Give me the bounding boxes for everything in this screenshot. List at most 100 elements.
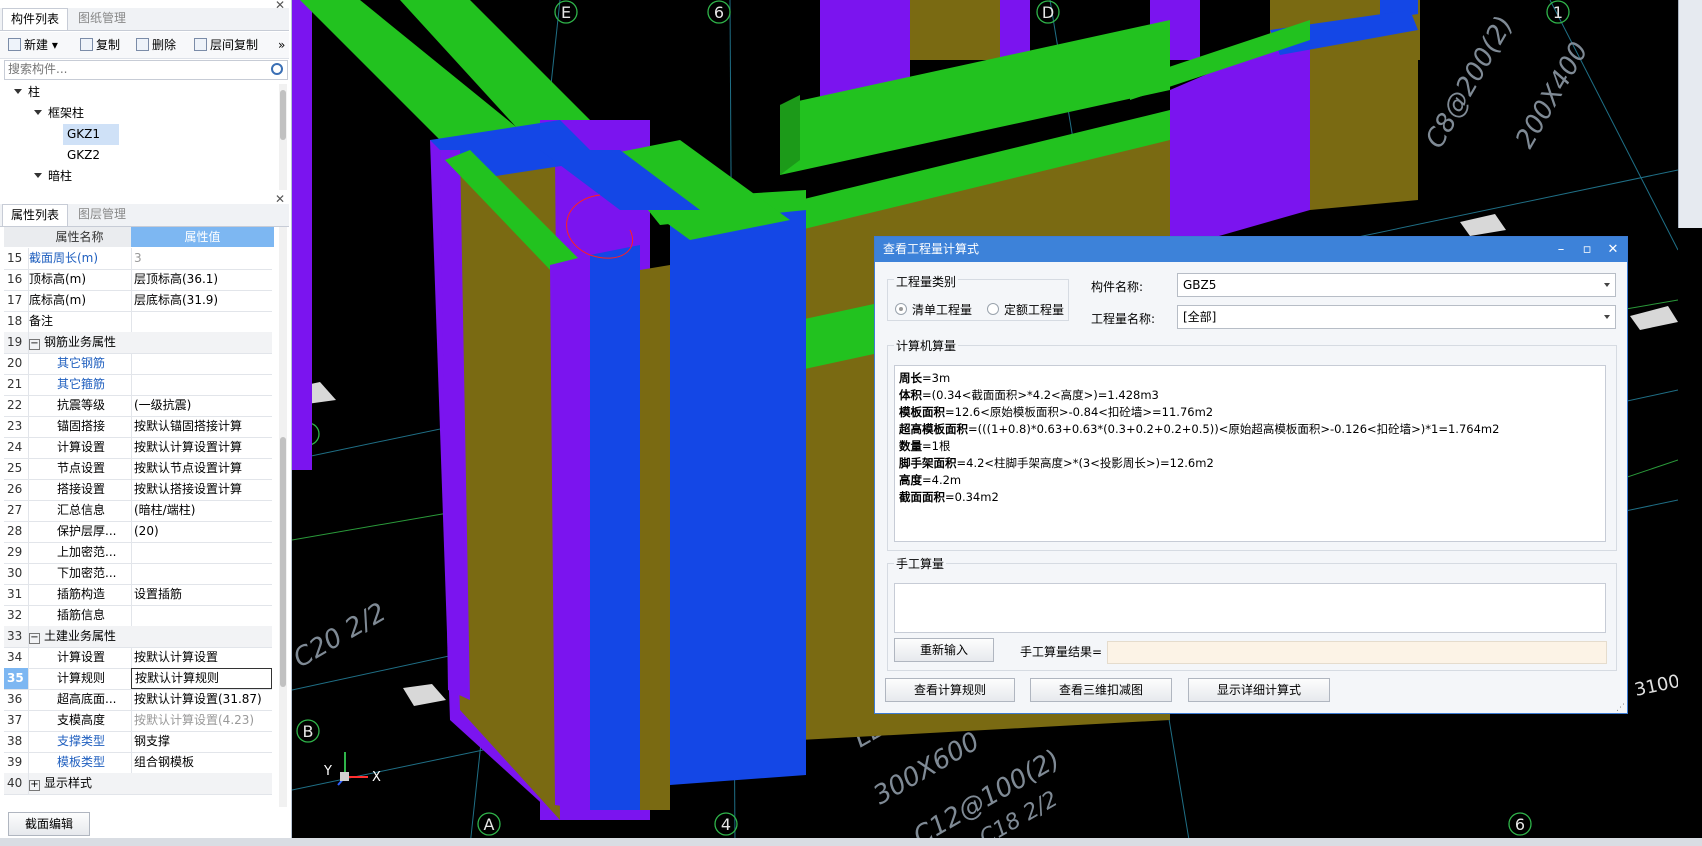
quantity-formula-dialog: 查看工程量计算式 – ▫ ✕ 工程量类别 清单工程量 定额工程量 构件名称: G…: [874, 236, 1628, 714]
new-button[interactable]: 新建 ▾: [8, 36, 58, 54]
section-edit-button[interactable]: 截面编辑: [8, 812, 90, 836]
table-row[interactable]: 18 备注: [4, 311, 272, 333]
chevron-down-icon[interactable]: [1604, 315, 1610, 319]
table-row[interactable]: 39 模板类型 组合钢模板: [4, 752, 272, 774]
axis-label: E: [561, 3, 571, 22]
dialog-titlebar[interactable]: 查看工程量计算式 – ▫ ✕: [875, 237, 1627, 262]
table-row[interactable]: 32 插筋信息: [4, 605, 272, 627]
collapse-icon[interactable]: −: [29, 633, 40, 644]
collapse-icon[interactable]: −: [29, 339, 40, 350]
chevron-down-icon[interactable]: [34, 110, 42, 115]
component-name-select[interactable]: GBZ5: [1177, 273, 1616, 297]
table-row[interactable]: 17 底标高(m) 层底标高(31.9): [4, 290, 272, 312]
scroll-thumb[interactable]: [280, 90, 286, 140]
manual-result-field[interactable]: [1107, 641, 1607, 664]
delete-icon: [136, 38, 149, 51]
close-icon[interactable]: ✕: [275, 0, 285, 12]
tree-node-gkz2[interactable]: GKZ2: [67, 145, 100, 166]
table-row[interactable]: 27 汇总信息 (暗柱/端柱): [4, 500, 272, 522]
tree-scrollbar[interactable]: [279, 84, 287, 190]
chevron-down-icon[interactable]: [14, 89, 22, 94]
table-row[interactable]: 26 搭接设置 按默认搭接设置计算: [4, 479, 272, 501]
delete-button[interactable]: 删除: [136, 36, 176, 54]
close-icon[interactable]: ✕: [275, 192, 285, 206]
radio-icon[interactable]: [895, 303, 907, 315]
close-icon[interactable]: ✕: [1601, 237, 1625, 262]
more-button[interactable]: »: [278, 36, 285, 54]
table-row-group[interactable]: 33− 土建业务属性: [4, 626, 272, 648]
tree-node-column[interactable]: 柱: [14, 82, 40, 103]
calc-formula-box[interactable]: 周长=3m 体积=(0.34<截面面积>*4.2<高度>)=1.428m3 模板…: [894, 365, 1606, 542]
calc-line: 模板面积=12.6<原始模板面积>-0.84<扣砼墙>=11.76m2: [899, 405, 1214, 419]
table-row[interactable]: 34 计算设置 按默认计算设置: [4, 647, 272, 669]
grid-header: 属性名称 属性值: [4, 227, 274, 247]
floor-copy-icon: [194, 38, 207, 51]
manual-calc-input[interactable]: [894, 583, 1606, 633]
table-row[interactable]: 25 节点设置 按默认节点设置计算: [4, 458, 272, 480]
tree-node-frame-column[interactable]: 框架柱: [34, 103, 84, 124]
table-row[interactable]: 15 截面周长(m) 3: [4, 248, 272, 270]
table-row[interactable]: 30 下加密范...: [4, 563, 272, 585]
axis-label: 6: [714, 3, 724, 22]
chevron-down-icon[interactable]: [34, 173, 42, 178]
manual-result-label: 手工算量结果=: [1020, 645, 1103, 659]
minimize-icon[interactable]: –: [1549, 237, 1573, 262]
expand-icon[interactable]: +: [29, 780, 40, 791]
view-rules-button[interactable]: 查看计算规则: [885, 678, 1015, 702]
floor-copy-button[interactable]: 层间复制: [194, 36, 258, 54]
table-row[interactable]: 36 超高底面... 按默认计算设置(31.87): [4, 689, 272, 711]
tree-node-gkz1[interactable]: GKZ1: [63, 124, 119, 145]
copy-icon: [80, 38, 93, 51]
axis-label: 4: [721, 815, 731, 834]
calc-line: 高度=4.2m: [899, 473, 962, 487]
tab-drawing-management[interactable]: 图纸管理: [70, 8, 134, 29]
radio-icon[interactable]: [987, 303, 999, 315]
copy-button[interactable]: 复制: [80, 36, 120, 54]
table-row[interactable]: 28 保护层厚... (20): [4, 521, 272, 543]
reenter-button[interactable]: 重新输入: [894, 638, 994, 662]
table-row-group[interactable]: 40 + 显示样式: [4, 773, 272, 795]
view-3d-deduction-button[interactable]: 查看三维扣减图: [1030, 678, 1172, 702]
table-row[interactable]: 24 计算设置 按默认计算设置计算: [4, 437, 272, 459]
table-row[interactable]: 37 支模高度 按默认计算设置(4.23): [4, 710, 272, 732]
table-row[interactable]: 21 其它箍筋: [4, 374, 272, 396]
search-icon[interactable]: [271, 63, 283, 75]
qty-name-label: 工程量名称:: [1091, 312, 1156, 326]
search-box: [4, 60, 288, 80]
calc-line: 数量=1根: [899, 439, 951, 453]
tree-node-hidden-column[interactable]: 暗柱: [34, 166, 72, 187]
new-icon: [8, 38, 21, 51]
calc-line: 超高模板面积=(((1+0.8)*0.63+0.63*(0.3+0.2+0.2+…: [899, 422, 1500, 436]
resize-grip-icon[interactable]: ⋰: [1616, 703, 1625, 713]
table-row[interactable]: 38 支撑类型 钢支撑: [4, 731, 272, 753]
table-row[interactable]: 20 其它钢筋: [4, 353, 272, 375]
table-row[interactable]: 22 抗震等级 (一级抗震): [4, 395, 272, 417]
tab-layer-management[interactable]: 图层管理: [70, 204, 134, 225]
component-tabs: 构件列表 图纸管理: [0, 8, 289, 31]
tab-property-list[interactable]: 属性列表: [2, 204, 69, 226]
search-input[interactable]: [5, 61, 261, 77]
property-scrollbar[interactable]: [279, 227, 287, 807]
table-row[interactable]: 16 顶标高(m) 层顶标高(36.1): [4, 269, 272, 291]
table-row-selected[interactable]: 35 计算规则 按默认计算规则: [4, 668, 272, 690]
dialog-title: 查看工程量计算式: [883, 242, 980, 256]
table-row[interactable]: 29 上加密范...: [4, 542, 272, 564]
chevron-down-icon[interactable]: [1604, 283, 1610, 287]
show-detail-formula-button[interactable]: 显示详细计算式: [1188, 678, 1330, 702]
axis-label: 6: [1515, 815, 1525, 834]
table-row[interactable]: 23 锚固搭接 按默认锚固搭接计算: [4, 416, 272, 438]
axis-label: D: [1042, 3, 1054, 22]
table-row[interactable]: 31 插筋构造 设置插筋: [4, 584, 272, 606]
component-tree: 柱 框架柱 GKZ1 GKZ2 暗柱: [0, 82, 285, 190]
maximize-icon[interactable]: ▫: [1575, 237, 1599, 262]
calc-line: 脚手架面积=4.2<柱脚手架高度>*(3<投影周长>)=12.6m2: [899, 456, 1214, 470]
component-name-label: 构件名称:: [1091, 280, 1144, 294]
table-row-group[interactable]: 19− 钢筋业务属性: [4, 332, 272, 354]
radio-quota-quantity[interactable]: 定额工程量: [987, 301, 1064, 318]
scroll-thumb[interactable]: [280, 437, 286, 687]
component-toolbar: 新建 ▾ 复制 删除 层间复制 »: [0, 32, 289, 59]
qty-name-select[interactable]: [全部]: [1177, 305, 1616, 329]
header-value: 属性值: [131, 227, 274, 247]
tab-component-list[interactable]: 构件列表: [2, 8, 69, 30]
radio-list-quantity[interactable]: 清单工程量: [895, 301, 972, 318]
